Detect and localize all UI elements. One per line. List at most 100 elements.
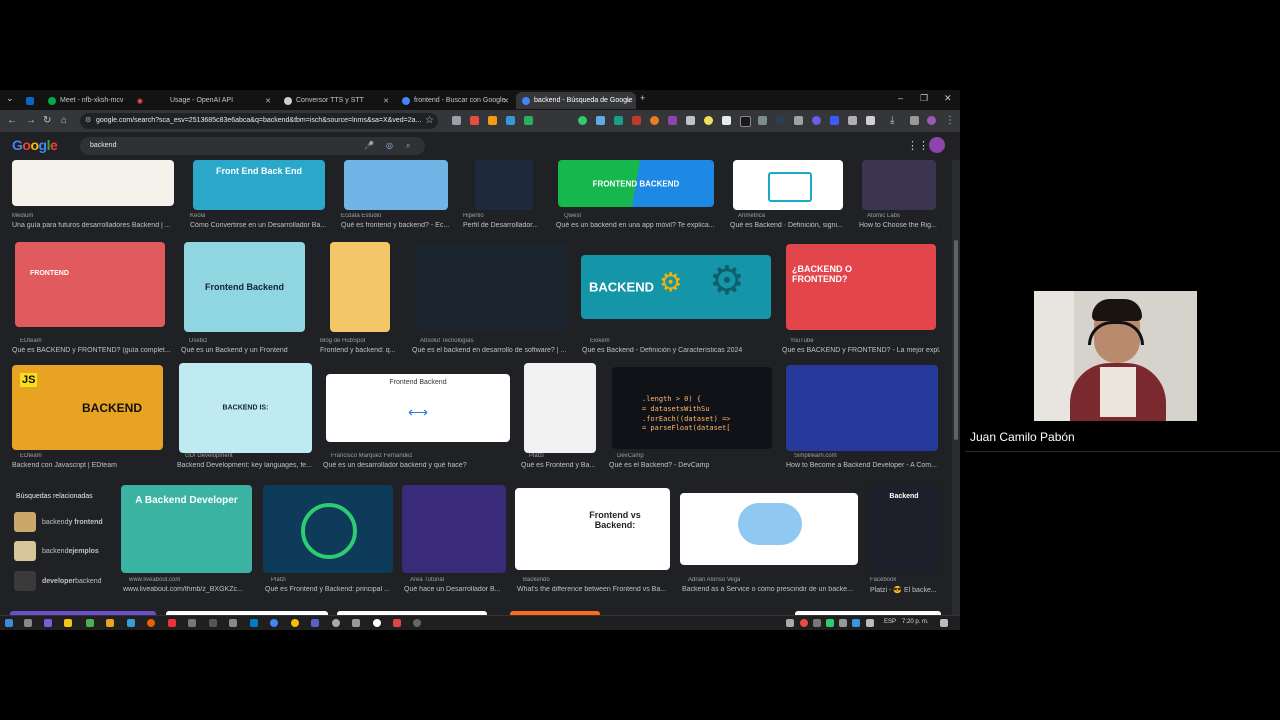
system-tray-icon[interactable] [852, 619, 860, 627]
result-thumbnail[interactable]: BACKEND ⚙ ⚙ [581, 255, 771, 319]
result-title[interactable]: Qué hace un Desarrollador B... [404, 586, 508, 593]
app-icon[interactable] [106, 619, 114, 627]
close-icon[interactable]: ✕ [265, 97, 271, 105]
microphone-icon[interactable]: 🎤 [364, 137, 374, 155]
close-icon[interactable]: ✕ [625, 97, 631, 105]
result-thumbnail[interactable]: Frontend Backend ⟷ [326, 374, 510, 442]
extension-icon[interactable] [848, 116, 857, 125]
result-source[interactable]: www.liveabout.com [129, 577, 180, 583]
result-source[interactable]: Qwest [564, 213, 581, 219]
tab-conversor[interactable]: Conversor TTS y STT ✕ [278, 92, 394, 109]
extension-icon[interactable] [776, 116, 785, 125]
extension-icon[interactable] [830, 116, 839, 125]
result-source[interactable]: Usebiz [189, 338, 207, 344]
result-source[interactable]: Medium [12, 213, 33, 219]
result-thumbnail[interactable]: ¿BACKEND O FRONTEND? [786, 244, 936, 330]
restore-button[interactable]: ❐ [920, 93, 928, 104]
lens-icon[interactable]: ◎ [386, 137, 393, 155]
site-info-icon[interactable]: ⚙ [85, 113, 91, 129]
result-thumbnail[interactable]: Frontend vs Backend: [515, 488, 670, 570]
result-thumbnail[interactable]: A Backend Developer [121, 485, 252, 573]
result-source[interactable]: Hipertio [463, 213, 484, 219]
extension-icon[interactable] [650, 116, 659, 125]
result-source[interactable]: YouTube [790, 338, 814, 344]
account-avatar[interactable] [929, 137, 945, 153]
result-thumbnail[interactable]: Frontend Backend [184, 242, 305, 332]
system-tray-icon[interactable] [839, 619, 847, 627]
notifications-icon[interactable] [940, 619, 948, 627]
chrome-icon[interactable] [270, 619, 278, 627]
result-title[interactable]: Backend con Javascript | EDteam [12, 462, 162, 469]
menu-kebab-icon[interactable]: ⋮ [945, 115, 955, 126]
result-thumbnail[interactable] [12, 160, 174, 206]
apps-grid-icon[interactable]: ⋮⋮ [907, 139, 929, 152]
app-icon[interactable] [86, 619, 94, 627]
app-icon[interactable] [209, 619, 217, 627]
extension-icon[interactable] [668, 116, 677, 125]
extension-icon[interactable] [812, 116, 821, 125]
result-title[interactable]: Qué es BACKEND y FRONTEND? - La mejor ex… [782, 347, 940, 354]
result-title[interactable]: Qué es BACKEND y FRONTEND? (guía complet… [12, 347, 180, 354]
extension-icon[interactable] [794, 116, 803, 125]
taskbar-clock[interactable]: 7:20 p. m. [902, 619, 929, 625]
result-source[interactable]: Absolut Tecnologías [420, 338, 474, 344]
page-scrollbar[interactable] [952, 160, 960, 615]
result-thumbnail[interactable]: FRONTEND [15, 242, 165, 327]
result-source[interactable]: Arimetrica [738, 213, 765, 219]
task-view-icon[interactable] [24, 619, 32, 627]
google-logo[interactable]: Google [12, 137, 58, 153]
home-icon[interactable]: ⌂ [61, 115, 67, 126]
result-source[interactable]: Keola [190, 213, 205, 219]
app-icon[interactable] [393, 619, 401, 627]
language-indicator[interactable]: ESP [884, 619, 896, 625]
result-source[interactable]: Francisco Marquez Fernández [331, 453, 412, 459]
app-icon[interactable] [229, 619, 237, 627]
extension-icon[interactable] [722, 116, 731, 125]
result-title[interactable]: Qué es Backend · Definición, signi... [730, 222, 848, 229]
extension-icon[interactable] [470, 116, 479, 125]
result-thumbnail[interactable] [330, 242, 390, 332]
result-thumbnail[interactable] [733, 160, 843, 210]
extension-icon[interactable] [524, 116, 533, 125]
download-icon[interactable]: ⤓ [890, 115, 894, 126]
puzzle-extensions-icon[interactable] [866, 116, 875, 125]
app-icon[interactable] [168, 619, 176, 627]
tab-meet[interactable]: Meet - nfb-xksh-mcv ◉ [42, 92, 148, 109]
result-title[interactable]: Frontend y backend: q... [320, 347, 400, 354]
result-title[interactable]: Qué es un backend en una app móvil? Te e… [556, 222, 720, 229]
close-window-button[interactable]: ✕ [944, 93, 952, 104]
extension-icon[interactable] [758, 116, 767, 125]
minimize-button[interactable]: – [898, 93, 903, 103]
result-thumbnail[interactable]: .length > 0) {= datasetsWithSu .forEach((… [612, 367, 772, 449]
scrollbar-thumb[interactable] [954, 240, 958, 440]
search-icon[interactable]: ⌕ [406, 137, 410, 155]
result-thumbnail[interactable]: Backend [870, 485, 938, 573]
result-source[interactable]: Simplilearn.com [794, 453, 837, 459]
result-title[interactable]: How to Choose the Rig... [859, 222, 937, 229]
result-thumbnail[interactable] [786, 365, 938, 451]
result-source[interactable]: EDteam [20, 453, 42, 459]
result-title[interactable]: What's the difference between Frontend v… [517, 586, 672, 593]
result-thumbnail[interactable]: Front End Back End [193, 160, 325, 210]
result-source[interactable]: Blog de HubSpot [320, 338, 365, 344]
result-title[interactable]: Qué es el Backend? - DevCamp [609, 462, 769, 469]
result-title[interactable]: Qué es un desarrollador backend y qué ha… [323, 462, 511, 469]
result-source[interactable]: Adrián Alonso Vega [688, 577, 740, 583]
system-tray-icon[interactable] [826, 619, 834, 627]
result-thumbnail[interactable]: BACKEND IS: [179, 363, 312, 453]
result-title[interactable]: Qué es Backend - Definición y Caracterís… [582, 347, 772, 354]
result-title[interactable]: Platzi - 😎 El backe... [870, 586, 940, 594]
sidepanel-icon[interactable] [910, 116, 919, 125]
result-title[interactable]: Qué es Frontend y Backend: principal ... [265, 586, 395, 593]
result-source[interactable]: Ecdata Estudio [341, 213, 381, 219]
app-icon[interactable] [188, 619, 196, 627]
result-source[interactable]: Platzi [271, 577, 286, 583]
address-bar[interactable]: ⚙ google.com/search?sca_esv=2513685c83e6… [80, 113, 438, 129]
extension-icon[interactable] [578, 116, 587, 125]
result-thumbnail[interactable] [415, 244, 567, 330]
app-icon[interactable] [332, 619, 340, 627]
result-thumbnail[interactable] [862, 160, 936, 210]
result-source[interactable]: EDteam [20, 338, 42, 344]
result-thumbnail[interactable] [402, 485, 506, 573]
system-tray-icon[interactable] [800, 619, 808, 627]
